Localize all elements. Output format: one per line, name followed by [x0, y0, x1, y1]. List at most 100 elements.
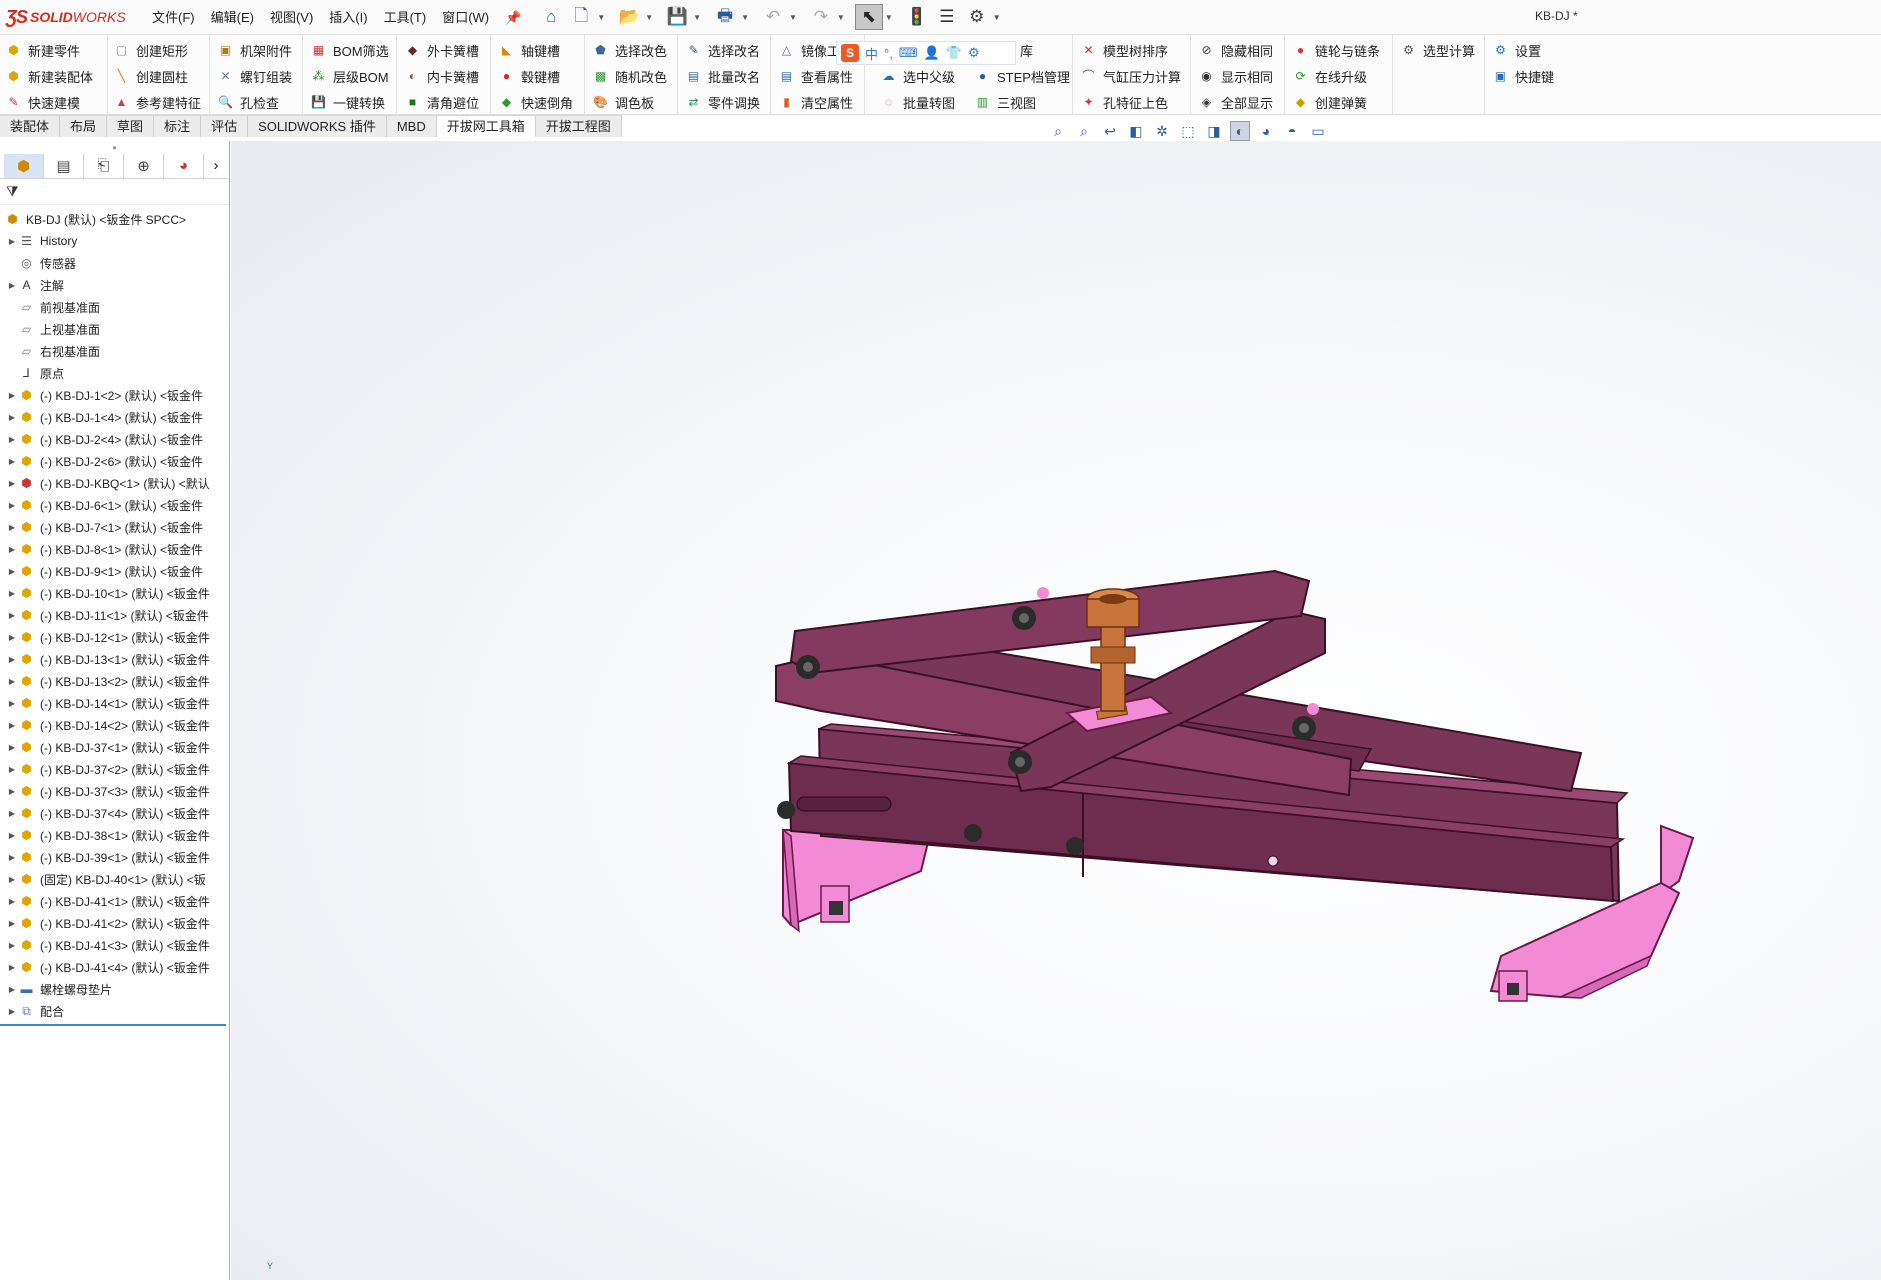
feature-tree-icon[interactable]: ⬢: [4, 153, 44, 178]
frame-accessory-button[interactable]: ▣ 机架附件: [218, 38, 292, 62]
undo-dropdown-icon[interactable]: ▼: [789, 13, 797, 22]
tree-item[interactable]: ▶ ⬢ (-) KB-DJ-13<1> (默认) <钣金件: [0, 648, 229, 670]
tree-item[interactable]: ⅃ 原点: [0, 362, 229, 384]
expand-arrow-icon[interactable]: ▶: [6, 677, 18, 686]
tree-item[interactable]: ▶ ⬢ (-) KB-DJ-39<1> (默认) <钣金件: [0, 846, 229, 868]
expand-arrow-icon[interactable]: ▶: [6, 633, 18, 642]
expand-arrow-icon[interactable]: ▶: [6, 589, 18, 598]
tree-item[interactable]: ▶ ⬢ (-) KB-DJ-8<1> (默认) <钣金件: [0, 538, 229, 560]
hole-check-button[interactable]: 🔍 孔检查: [218, 90, 279, 114]
expand-arrow-icon[interactable]: ▶: [6, 743, 18, 752]
outer-circlip-groove-button[interactable]: ◆ 外卡簧槽: [405, 38, 479, 62]
batch-to-drawing-button[interactable]: ◌ 批量转图: [881, 90, 955, 114]
ime-logo-icon[interactable]: S: [841, 44, 859, 62]
tree-item[interactable]: ▶ ⬢ (-) KB-DJ-38<1> (默认) <钣金件: [0, 824, 229, 846]
pin-icon[interactable]: 📌: [497, 0, 529, 35]
open-icon[interactable]: 📂: [615, 4, 643, 30]
assembly-model[interactable]: [231, 141, 1881, 1280]
reference-feature-button[interactable]: ▲ 参考建特征: [114, 90, 201, 114]
tree-item[interactable]: ▶ ⬢ (-) KB-DJ-41<1> (默认) <钣金件: [0, 890, 229, 912]
expand-arrow-icon[interactable]: ▶: [6, 457, 18, 466]
tab-assembly[interactable]: 装配体: [0, 115, 61, 137]
tree-item[interactable]: ▶ ⬢ (-) KB-DJ-37<4> (默认) <钣金件: [0, 802, 229, 824]
apply-scene-icon[interactable]: ◓: [1282, 121, 1302, 141]
expand-arrow-icon[interactable]: ▶: [6, 435, 18, 444]
expand-arrow-icon[interactable]: ▶: [6, 985, 18, 994]
show-all-button[interactable]: ◈ 全部显示: [1199, 90, 1273, 114]
expand-arrow-icon[interactable]: ▶: [6, 237, 18, 246]
tree-sort-button[interactable]: ✕ 模型树排序: [1081, 38, 1168, 62]
display-manager-icon[interactable]: ◕: [164, 153, 204, 178]
zoom-to-fit-icon[interactable]: ⌕: [1048, 121, 1068, 141]
tree-item[interactable]: ▶ ⬢ (-) KB-DJ-12<1> (默认) <钣金件: [0, 626, 229, 648]
menu-tools[interactable]: 工具(T): [376, 0, 435, 35]
corner-clear-button[interactable]: ■ 清角避位: [405, 90, 479, 114]
tab-markup[interactable]: 标注: [154, 115, 202, 137]
tree-item[interactable]: ▶ ☰ History: [0, 230, 229, 252]
home-icon[interactable]: ⌂: [537, 4, 565, 30]
property-manager-icon[interactable]: ▤: [44, 153, 84, 178]
expand-arrow-icon[interactable]: ▶: [6, 787, 18, 796]
section-view-icon[interactable]: ◧: [1126, 121, 1146, 141]
tree-item[interactable]: ▶ ▬ 螺栓螺母垫片: [0, 978, 229, 1000]
tab-layout[interactable]: 布局: [60, 115, 108, 137]
hole-feature-color-button[interactable]: ✦ 孔特征上色: [1081, 90, 1168, 114]
expand-arrow-icon[interactable]: ▶: [6, 501, 18, 510]
expand-arrow-icon[interactable]: ▶: [6, 809, 18, 818]
tree-item[interactable]: ▶ ⬢ (-) KB-DJ-6<1> (默认) <钣金件: [0, 494, 229, 516]
cylinder-pressure-button[interactable]: ⌒ 气缸压力计算: [1081, 64, 1181, 88]
tab-solidworks-addins[interactable]: SOLIDWORKS 插件: [248, 115, 387, 137]
configuration-manager-icon[interactable]: ⎗: [84, 153, 124, 178]
level-bom-button[interactable]: ⁂ 层级BOM: [311, 64, 389, 88]
ime-skin-icon[interactable]: 👕: [946, 45, 962, 61]
expand-arrow-icon[interactable]: ▶: [6, 281, 18, 290]
open-dropdown-icon[interactable]: ▼: [645, 13, 653, 22]
undo-icon[interactable]: ↶: [759, 4, 787, 30]
quick-chamfer-button[interactable]: ◆ 快速倒角: [499, 90, 573, 114]
graphics-area[interactable]: Y: [231, 141, 1881, 1280]
expand-arrow-icon[interactable]: ▶: [6, 853, 18, 862]
tree-item[interactable]: ▶ ⬢ (-) KB-DJ-1<2> (默认) <钣金件: [0, 384, 229, 406]
previous-view-icon[interactable]: ↩: [1100, 121, 1120, 141]
panel-grip[interactable]: ●: [0, 141, 229, 153]
expand-arrow-icon[interactable]: ▶: [6, 413, 18, 422]
expand-arrow-icon[interactable]: ▶: [6, 699, 18, 708]
menu-file[interactable]: 文件(F): [144, 0, 203, 35]
tree-item[interactable]: ▶ ⬢ (-) KB-DJ-7<1> (默认) <钣金件: [0, 516, 229, 538]
create-rectangle-button[interactable]: ▢ 创建矩形: [114, 38, 188, 62]
tree-item[interactable]: ▶ ⬢ (-) KB-DJ-14<1> (默认) <钣金件: [0, 692, 229, 714]
select-recolor-button[interactable]: ⬟ 选择改色: [593, 38, 667, 62]
library-button[interactable]: 库: [1020, 38, 1033, 62]
tab-mbd[interactable]: MBD: [386, 115, 437, 137]
tree-item[interactable]: ▶ ⬢ (-) KB-DJ-37<3> (默认) <钣金件: [0, 780, 229, 802]
tree-item[interactable]: ▱ 上视基准面: [0, 318, 229, 340]
hide-same-button[interactable]: ⊘ 隐藏相同: [1199, 38, 1273, 62]
tree-filter[interactable]: ⧩: [0, 179, 229, 205]
ime-chinese-mode[interactable]: 中: [865, 44, 878, 63]
ime-keyboard-icon[interactable]: ⌨: [899, 45, 918, 61]
print-icon[interactable]: 🖶: [711, 4, 739, 30]
new-part-button[interactable]: ⬢ 新建零件: [6, 38, 80, 62]
settings-gear-icon[interactable]: ⚙: [963, 4, 991, 30]
save-dropdown-icon[interactable]: ▼: [693, 13, 701, 22]
select-rename-button[interactable]: ✎ 选择改名: [686, 38, 760, 62]
tree-item[interactable]: ▶ ⬢ (-) KB-DJ-37<1> (默认) <钣金件: [0, 736, 229, 758]
menu-edit[interactable]: 编辑(E): [203, 0, 262, 35]
expand-arrow-icon[interactable]: ▶: [6, 919, 18, 928]
redo-icon[interactable]: ↷: [807, 4, 835, 30]
dynamic-annotation-icon[interactable]: ✲: [1152, 121, 1172, 141]
expand-arrow-icon[interactable]: ▶: [6, 567, 18, 576]
tree-item[interactable]: ▶ ⬢ (-) KB-DJ-41<3> (默认) <钣金件: [0, 934, 229, 956]
zoom-to-area-icon[interactable]: ⌕: [1074, 121, 1094, 141]
clear-properties-button[interactable]: ▮ 清空属性: [779, 90, 853, 114]
redo-dropdown-icon[interactable]: ▼: [837, 13, 845, 22]
new-document-icon[interactable]: 🗋: [567, 4, 595, 30]
shortcut-keys-button[interactable]: ▣ 快捷键: [1493, 64, 1554, 88]
tree-item[interactable]: ▶ ⬢ (-) KB-DJ-2<6> (默认) <钣金件: [0, 450, 229, 472]
hub-keyway-button[interactable]: ● 毂键槽: [499, 64, 560, 88]
hide-show-items-icon[interactable]: ◐: [1230, 121, 1250, 141]
print-dropdown-icon[interactable]: ▼: [741, 13, 749, 22]
view-properties-button[interactable]: ▤ 查看属性: [779, 64, 853, 88]
expand-arrow-icon[interactable]: ▶: [6, 611, 18, 620]
tab-sketch[interactable]: 草图: [107, 115, 155, 137]
